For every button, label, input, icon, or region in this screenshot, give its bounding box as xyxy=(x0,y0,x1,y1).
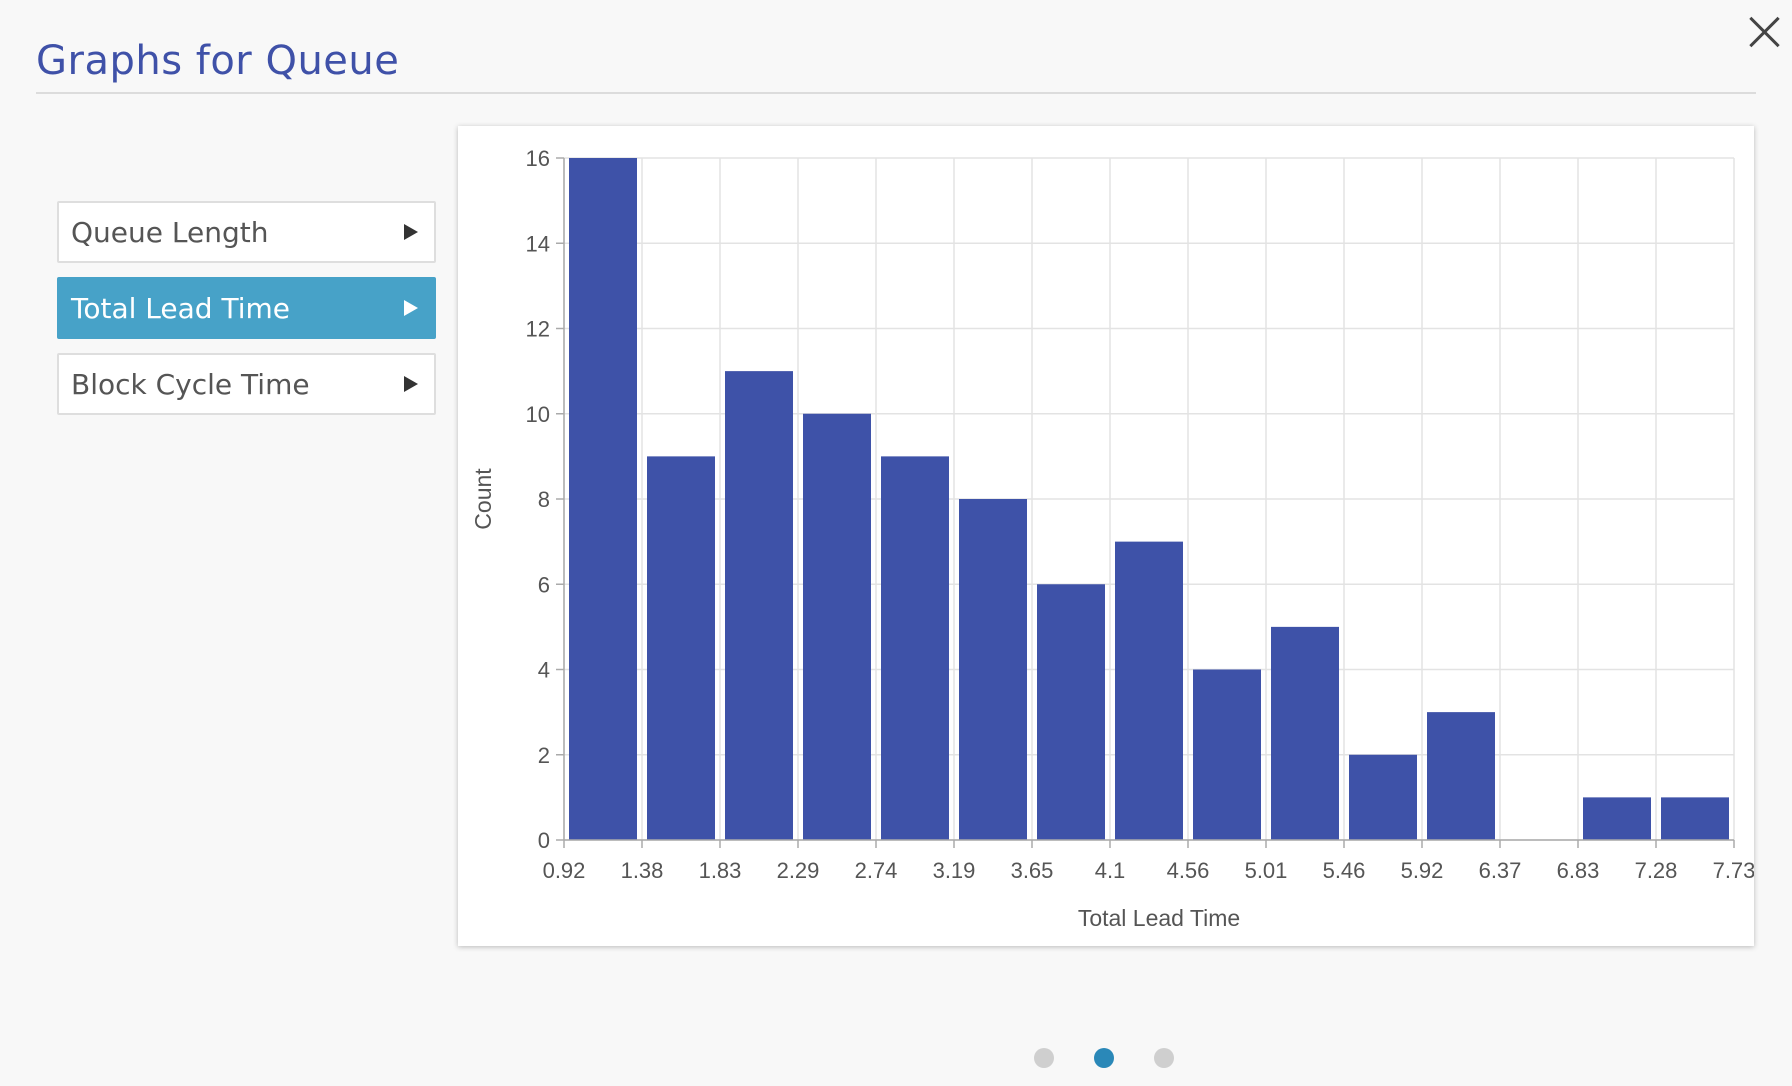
histogram-bar[interactable] xyxy=(647,456,715,840)
x-tick-label: 6.83 xyxy=(1557,858,1600,883)
menu-item-label: Block Cycle Time xyxy=(71,367,310,401)
histogram-bar[interactable] xyxy=(725,371,793,840)
x-tick-label: 2.74 xyxy=(855,858,898,883)
menu-item-label: Queue Length xyxy=(71,215,269,249)
chart-panel: 0 2 4 6 8 10 12 14 16 0.92 1.38 1.83 2.29 2.74 3.19 3.… xyxy=(458,126,1754,946)
y-tick-label: 4 xyxy=(538,658,550,683)
y-tick-label: 14 xyxy=(526,231,550,256)
histogram-bar[interactable] xyxy=(1193,669,1261,841)
histogram-bar[interactable] xyxy=(1427,712,1495,840)
x-tick-label: 6.37 xyxy=(1479,858,1522,883)
histogram-bar[interactable] xyxy=(803,413,871,840)
y-tick-labels: 0 2 4 6 8 10 12 14 16 xyxy=(526,146,550,853)
x-tick-labels: 0.92 1.38 1.83 2.29 2.74 3.19 3.65 4.1 4.56 5.01 5… xyxy=(543,858,1754,883)
y-tick-label: 12 xyxy=(526,317,550,342)
histogram-bar[interactable] xyxy=(1037,584,1105,840)
y-tick-label: 6 xyxy=(538,572,550,597)
x-tick-label: 7.73 xyxy=(1713,858,1754,883)
histogram-bar[interactable] xyxy=(1661,797,1729,840)
y-tick-label: 8 xyxy=(538,487,550,512)
pagination-dot[interactable] xyxy=(1034,1048,1054,1068)
x-tick-label: 2.29 xyxy=(777,858,820,883)
menu-item-total-lead-time[interactable]: Total Lead Time xyxy=(57,277,436,339)
histogram-bar[interactable] xyxy=(1115,541,1183,840)
play-arrow-icon xyxy=(404,224,418,240)
histogram-bar[interactable] xyxy=(881,456,949,840)
y-axis-title: Count xyxy=(470,468,496,530)
pagination-dot[interactable] xyxy=(1094,1048,1114,1068)
graph-menu: Queue Length Total Lead Time Block Cycle… xyxy=(57,201,436,429)
y-tick-label: 10 xyxy=(526,402,550,427)
histogram-chart: 0 2 4 6 8 10 12 14 16 0.92 1.38 1.83 2.29 2.74 3.19 3.… xyxy=(470,146,1754,931)
menu-item-label: Total Lead Time xyxy=(71,291,290,325)
x-tick-label: 1.83 xyxy=(699,858,742,883)
x-tick-label: 5.92 xyxy=(1401,858,1444,883)
pagination-dots xyxy=(1034,1048,1174,1068)
pagination-dot[interactable] xyxy=(1154,1048,1174,1068)
x-tick-label: 0.92 xyxy=(543,858,586,883)
menu-item-block-cycle-time[interactable]: Block Cycle Time xyxy=(57,353,436,415)
close-icon[interactable] xyxy=(1742,10,1786,54)
x-tick-label: 3.65 xyxy=(1011,858,1054,883)
histogram-bar[interactable] xyxy=(1583,797,1651,840)
y-tick-label: 2 xyxy=(538,743,550,768)
histogram-bar[interactable] xyxy=(1349,754,1417,840)
play-arrow-icon xyxy=(404,300,418,316)
x-tick-label: 5.46 xyxy=(1323,858,1366,883)
x-tick-label: 3.19 xyxy=(933,858,976,883)
title-divider xyxy=(36,92,1756,94)
histogram-bar[interactable] xyxy=(959,499,1027,840)
y-tick-label: 0 xyxy=(538,828,550,853)
page-title: Graphs for Queue xyxy=(36,38,400,84)
x-tick-label: 4.1 xyxy=(1095,858,1126,883)
histogram-bar[interactable] xyxy=(569,158,637,840)
menu-item-queue-length[interactable]: Queue Length xyxy=(57,201,436,263)
histogram-bar[interactable] xyxy=(1271,626,1339,840)
x-tick-label: 4.56 xyxy=(1167,858,1210,883)
x-tick-label: 1.38 xyxy=(621,858,664,883)
x-tick-label: 7.28 xyxy=(1635,858,1678,883)
x-tick-label: 5.01 xyxy=(1245,858,1288,883)
y-tick-label: 16 xyxy=(526,146,550,171)
x-axis-title: Total Lead Time xyxy=(1078,905,1240,931)
play-arrow-icon xyxy=(404,376,418,392)
